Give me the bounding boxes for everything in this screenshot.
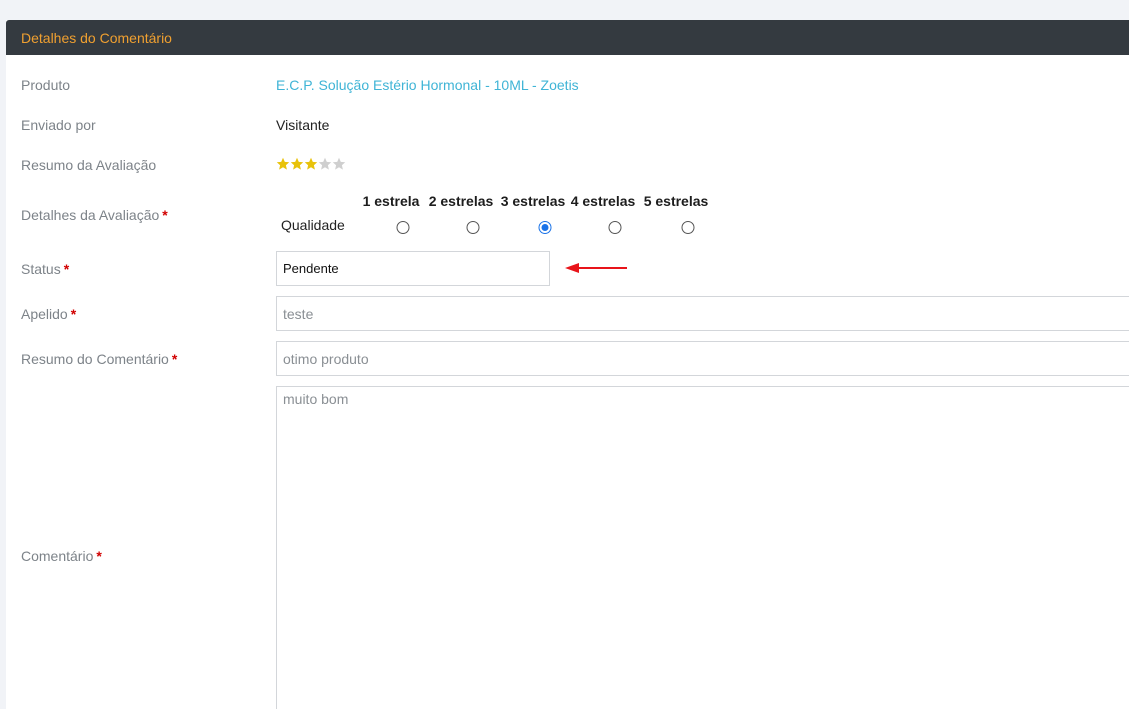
rating-option-header: 1 estrela (362, 193, 420, 209)
nickname-input[interactable]: teste (276, 296, 1129, 331)
required-asterisk: * (162, 207, 168, 223)
rating-radio-3[interactable] (538, 221, 552, 234)
rating-details-table: Qualidade 1 estrela 2 estrelas 3 estrelas 4… (276, 193, 736, 243)
nickname-label: Apelido * (21, 306, 77, 322)
rating-radio-1[interactable] (396, 221, 410, 234)
panel-header: Detalhes do Comentário (6, 20, 1129, 55)
summary-input[interactable]: otimo produto (276, 341, 1129, 376)
status-select[interactable]: Pendente (276, 251, 550, 286)
comment-textarea[interactable]: muito bom (276, 386, 1129, 709)
rating-row-label: Qualidade (281, 217, 345, 233)
sent-by-value: Visitante (276, 117, 330, 133)
review-details-panel: Detalhes do Comentário Produto E.C.P. So… (6, 20, 1129, 709)
panel-title: Detalhes do Comentário (21, 29, 172, 46)
required-asterisk: * (63, 261, 70, 277)
star-empty-icon (318, 157, 332, 170)
rating-radio-5[interactable] (681, 221, 695, 234)
status-label: Status * (21, 261, 70, 277)
rating-stars (276, 157, 346, 171)
required-asterisk: * (96, 548, 102, 564)
rating-option-header: 4 estrelas (570, 193, 636, 209)
summary-label: Resumo do Comentário * (21, 351, 178, 367)
rating-summary-label: Resumo da Avaliação (21, 157, 157, 173)
rating-details-label: Detalhes da Avaliação * (21, 207, 168, 223)
sent-by-label: Enviado por (21, 117, 96, 133)
comment-label: Comentário * (21, 548, 102, 564)
product-label: Produto (21, 77, 71, 93)
red-arrow-annotation (565, 263, 627, 273)
rating-option-header: 5 estrelas (643, 193, 709, 209)
required-asterisk: * (70, 306, 77, 322)
product-link[interactable]: E.C.P. Solução Estério Hormonal - 10ML -… (276, 77, 579, 93)
star-filled-icon (276, 157, 290, 170)
star-filled-icon (290, 157, 304, 170)
rating-option-header: 2 estrelas (428, 193, 494, 209)
rating-radio-2[interactable] (466, 221, 480, 234)
required-asterisk: * (171, 351, 178, 367)
rating-option-header: 3 estrelas (500, 193, 566, 209)
star-empty-icon (332, 157, 346, 170)
star-filled-icon (304, 157, 318, 170)
rating-radio-4[interactable] (608, 221, 622, 234)
